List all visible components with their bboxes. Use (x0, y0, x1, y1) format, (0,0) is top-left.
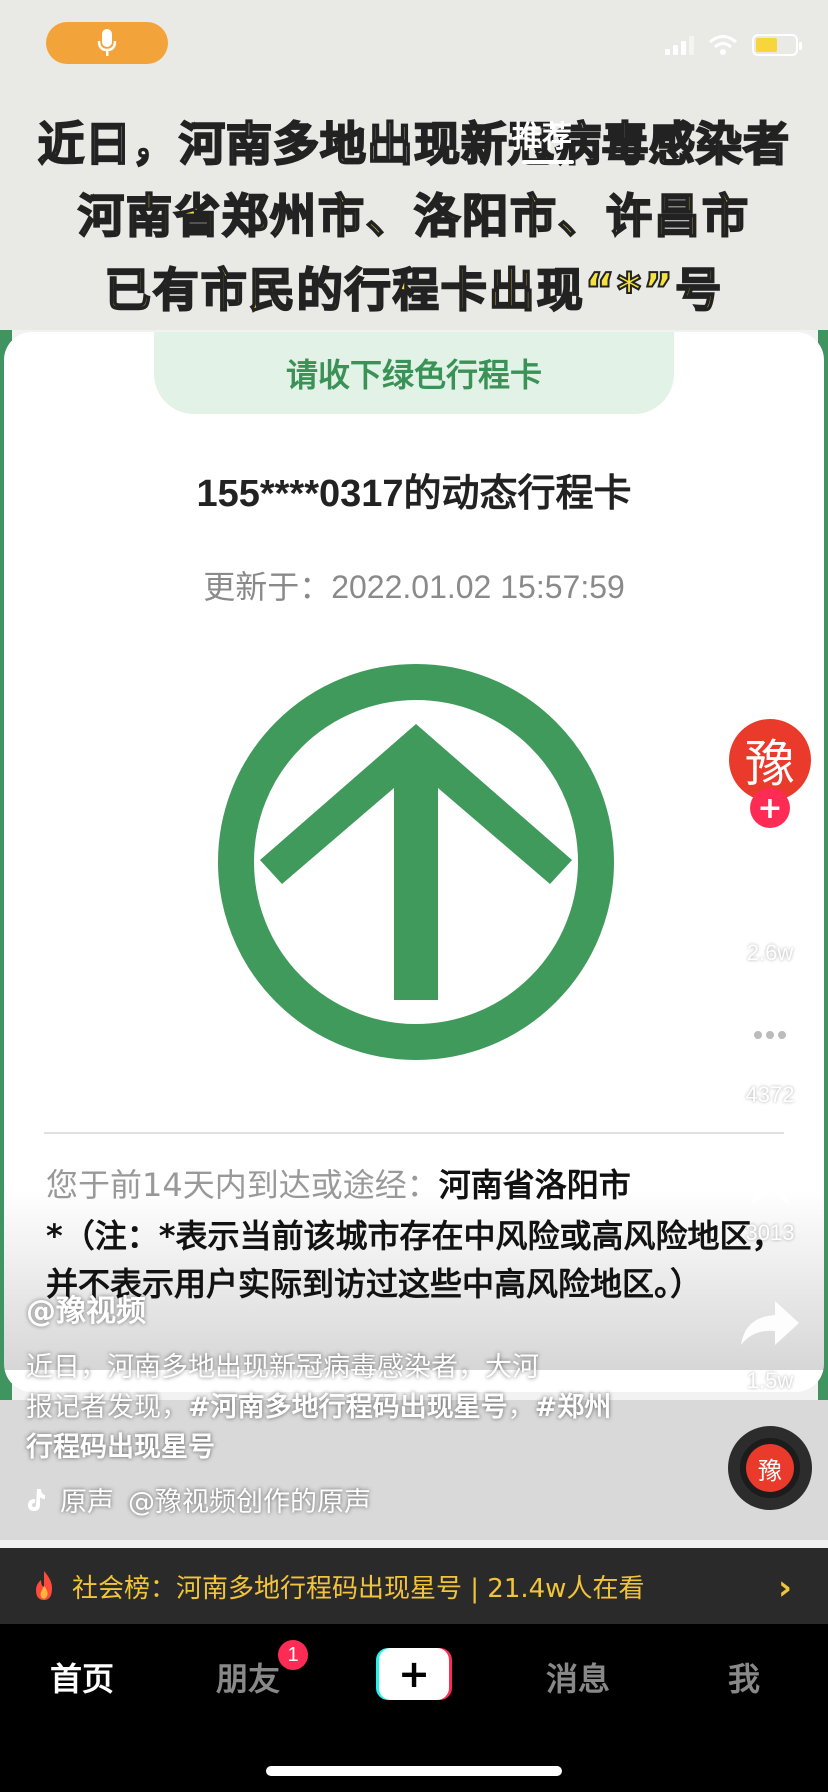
hashtag-separator: ， (507, 1392, 535, 1423)
home-indicator[interactable] (266, 1766, 562, 1776)
flame-icon (36, 1571, 52, 1600)
headline-line-2: 河南省郑州市、洛阳市、许昌市 (77, 188, 750, 244)
route-value: 河南省洛阳市 (438, 1166, 631, 1204)
share-count: 1.5w (746, 1368, 794, 1393)
card-banner: 请收下绿色行程卡 (154, 332, 674, 414)
like-button[interactable] (738, 862, 802, 926)
tab-recommend[interactable]: 推荐 (512, 112, 572, 156)
music-disc[interactable]: 豫 (728, 1426, 812, 1510)
tab-active-indicator (522, 160, 574, 164)
card-divider (44, 1132, 784, 1134)
wifi-icon (709, 35, 737, 55)
share-button[interactable] (738, 1292, 802, 1356)
nav-messages[interactable]: 消息 (546, 1654, 610, 1700)
nav-friends[interactable]: 朋友 (216, 1654, 280, 1700)
share-arrow-icon (741, 1301, 799, 1345)
headline-line-1: 近日，河南多地出现新冠病毒感染者 (37, 116, 790, 172)
video-description: 近日，河南多地出现新冠病毒感染者，大河 报记者发现，#河南多地行程码出现星号，#… (26, 1348, 626, 1468)
card-updated-time: 更新于：2022.01.02 15:57:59 (203, 569, 625, 605)
description-line-1: 近日，河南多地出现新冠病毒感染者，大河 (26, 1352, 539, 1383)
microphone-indicator[interactable] (46, 22, 168, 64)
tiktok-note-icon (28, 1488, 45, 1511)
follow-button[interactable]: + (750, 788, 790, 828)
create-button[interactable]: + (376, 1648, 452, 1700)
hot-list-text: 社会榜：河南多地行程码出现星号 | 21.4w人在看 (72, 1573, 645, 1604)
friends-notification-badge: 1 (278, 1640, 308, 1670)
comment-count: 4372 (745, 1082, 795, 1107)
author-handle[interactable]: @豫视频 (26, 1286, 146, 1330)
route-label: 您于前14天内到达或途经： (46, 1166, 439, 1204)
favorite-count: 3013 (745, 1220, 795, 1245)
music-disc-avatar: 豫 (746, 1444, 794, 1492)
nav-home[interactable]: 首页 (50, 1654, 114, 1700)
card-note: *（注：*表示当前该城市存在中风险或高风险地区，并不表示用户实际到访过这些中高风… (46, 1217, 784, 1303)
comment-button[interactable] (738, 1004, 802, 1068)
mic-icon (97, 29, 117, 56)
chevron-right-icon: › (777, 1568, 792, 1608)
description-line-2: 报记者发现， (26, 1392, 188, 1423)
green-arrow-icon (218, 664, 614, 1060)
like-count: 2.6w (746, 940, 794, 965)
battery-charging-icon (752, 34, 802, 56)
travel-card: 请收下绿色行程卡 155****0317的动态行程卡 更新于：2022.01.0… (4, 332, 824, 1392)
hashtag-link[interactable]: #河南多地行程码出现星号 (188, 1392, 508, 1423)
music-original-label: 原声 (60, 1487, 114, 1518)
music-info[interactable]: 原声 @豫视频创作的原声 (26, 1480, 371, 1519)
heart-icon (739, 868, 801, 921)
music-credit: @豫视频创作的原声 (128, 1487, 371, 1518)
plus-icon: + (379, 1648, 449, 1700)
route-info: 您于前14天内到达或途经：河南省洛阳市 (46, 1160, 631, 1206)
cellular-signal-icon (665, 35, 694, 55)
headline-line-3: 已有市民的行程卡出现“*”号 (104, 262, 724, 318)
favorite-button[interactable] (738, 1144, 802, 1208)
nav-me[interactable]: 我 (728, 1654, 760, 1700)
card-title: 155****0317的动态行程卡 (196, 473, 632, 515)
status-icons (665, 34, 802, 56)
comment-icon (742, 1011, 798, 1063)
star-icon (741, 1148, 799, 1204)
hot-list-bar[interactable]: 社会榜：河南多地行程码出现星号 | 21.4w人在看 › (0, 1548, 828, 1624)
